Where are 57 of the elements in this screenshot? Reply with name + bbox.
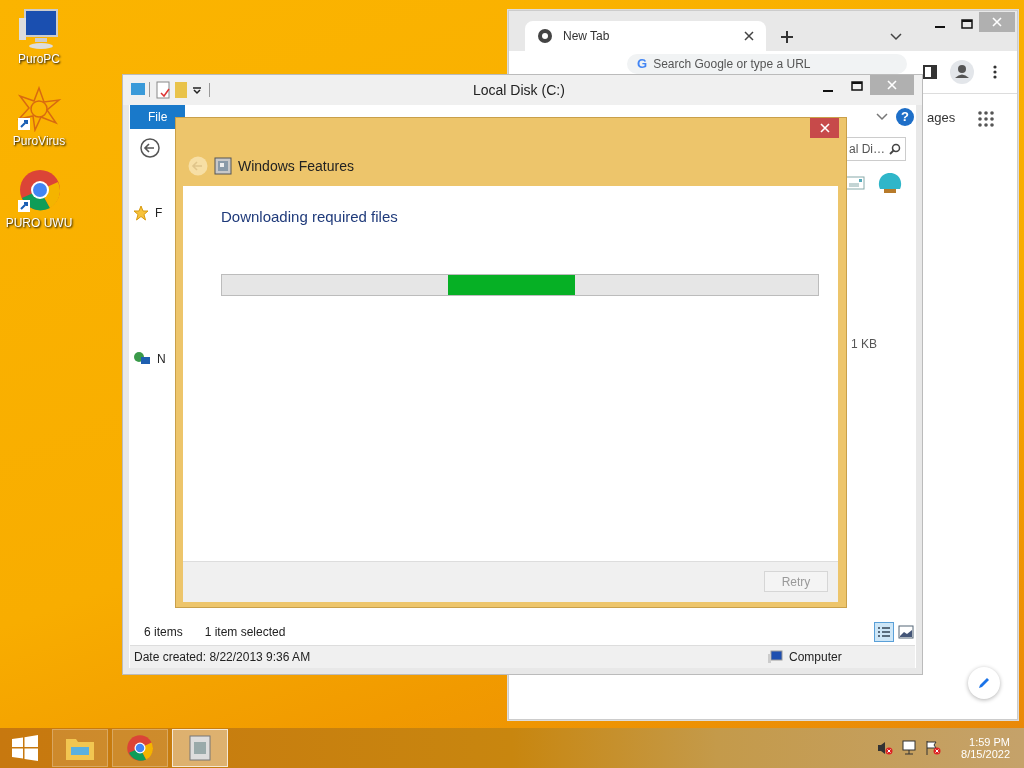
muted-speaker-icon[interactable]: [877, 740, 894, 756]
flag-icon[interactable]: [925, 740, 942, 756]
search-engine-logo: G: [637, 57, 648, 71]
images-link[interactable]: ages: [927, 110, 956, 125]
windows-logo-icon[interactable]: [12, 735, 38, 761]
search-placeholder: al Di…: [849, 142, 885, 156]
star-burst-icon[interactable]: [16, 86, 62, 132]
clock-date[interactable]: 8/15/2022: [961, 748, 1010, 760]
address-input[interactable]: Search Google or type a URL: [653, 56, 894, 72]
pencil-icon: [977, 676, 991, 690]
location-text: Computer: [789, 650, 842, 664]
maximize-icon[interactable]: [961, 19, 973, 29]
preview-pane-icon[interactable]: [845, 175, 865, 191]
window-features-icon: [214, 157, 232, 175]
details-text: Date created: 8/22/2013 9:36 AM: [134, 650, 311, 664]
chevron-down-icon[interactable]: [890, 33, 902, 41]
file-size: 1 KB: [851, 337, 877, 351]
window-features-icon: [188, 734, 212, 762]
selection-count: 1 item selected: [204, 625, 286, 639]
chrome-logo-icon: [537, 28, 553, 44]
star-icon: [133, 205, 149, 221]
shell-icon[interactable]: [877, 171, 903, 195]
status-heading: Downloading required files: [221, 208, 398, 225]
network-icon[interactable]: [901, 740, 918, 756]
chevron-down-icon[interactable]: [876, 113, 888, 121]
profile-icon[interactable]: [950, 60, 974, 84]
chrome-icon: [126, 734, 154, 762]
large-icons-view-icon[interactable]: [898, 625, 914, 639]
search-icon: [889, 143, 901, 155]
close-tab-icon[interactable]: [744, 31, 754, 41]
clock-time[interactable]: 1:59 PM: [969, 736, 1010, 748]
apps-grid-icon[interactable]: [978, 111, 994, 127]
close-icon: [819, 123, 830, 133]
help-button[interactable]: ?: [896, 108, 914, 126]
back-icon[interactable]: [140, 138, 160, 158]
computer-icon: [767, 650, 783, 664]
chrome-icon[interactable]: [16, 168, 62, 214]
browser-tab[interactable]: New Tab: [525, 21, 766, 51]
details-view-icon[interactable]: [874, 622, 894, 642]
side-panel-icon[interactable]: [923, 65, 937, 79]
close-icon: [887, 80, 897, 90]
dialog-title: Windows Features: [238, 158, 354, 174]
network-icon: [133, 351, 151, 367]
navigation-item[interactable]: F: [155, 206, 163, 220]
address-bar[interactable]: G Search Google or type a URL: [627, 54, 907, 74]
item-count: 6 items: [144, 625, 183, 639]
close-icon: [992, 17, 1002, 27]
menu-icon[interactable]: [993, 65, 997, 79]
new-tab-icon[interactable]: [780, 30, 794, 44]
window-title: Local Disk (C:): [473, 82, 565, 98]
edit-button[interactable]: [968, 667, 1000, 699]
computer-icon[interactable]: [17, 8, 61, 50]
maximize-icon[interactable]: [851, 81, 863, 91]
tab-title: New Tab: [563, 29, 611, 43]
navigation-item[interactable]: N: [157, 352, 166, 366]
ribbon-tab[interactable]: File: [130, 105, 186, 129]
close-button[interactable]: [810, 118, 839, 138]
